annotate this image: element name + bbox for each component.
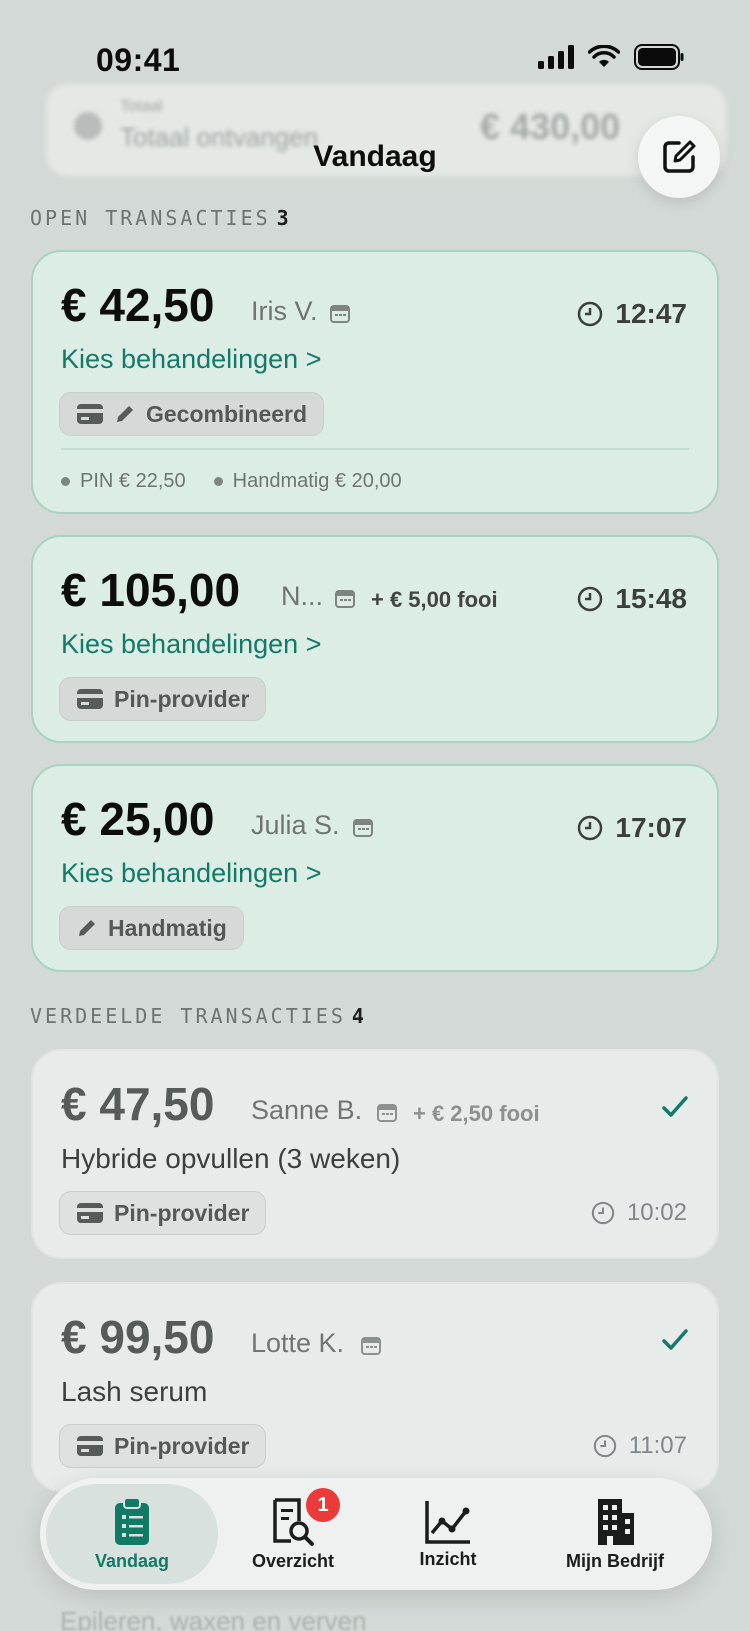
background-summary-icon xyxy=(74,112,102,140)
checkmark-icon xyxy=(662,1096,688,1117)
choose-treatments-link[interactable]: Kies behandelingen > xyxy=(61,344,321,375)
time-value: 17:07 xyxy=(615,812,687,843)
open-transaction-card[interactable]: € 25,00 Julia S. 17:07 Kies behandelinge… xyxy=(31,764,719,972)
tab-overzicht[interactable]: Overzicht 1 xyxy=(218,1478,368,1590)
pencil-icon xyxy=(79,920,95,936)
payment-method-chip: Handmatig xyxy=(59,906,244,950)
transaction-amount: € 42,50 xyxy=(61,279,215,331)
clock-icon xyxy=(578,301,603,327)
transaction-time: 10:02 xyxy=(591,1199,687,1227)
payment-method-label: Gecombineerd xyxy=(146,400,308,427)
tab-label: Mijn Bedrijf xyxy=(566,1550,664,1571)
payment-method-label: Pin-provider xyxy=(114,1199,250,1226)
payment-split: PIN € 22,50 Handmatig € 20,00 xyxy=(61,470,402,493)
tab-label: Overzicht xyxy=(251,1550,335,1571)
time-value: 10:02 xyxy=(626,1199,687,1226)
card-icon xyxy=(77,1203,103,1223)
client-name: Julia S. xyxy=(251,810,340,840)
status-icons xyxy=(538,44,684,70)
section-open-count: 3 xyxy=(276,206,292,230)
open-transaction-card[interactable]: € 42,50 Iris V. 12:47 Kies behandelingen… xyxy=(31,250,719,514)
tab-label: Inzicht xyxy=(419,1548,477,1569)
pencil-icon xyxy=(117,406,133,422)
done-transaction-card[interactable]: € 99,50 Lotte K. Lash serum Pin-provider… xyxy=(31,1282,719,1492)
calendar-icon xyxy=(330,305,350,323)
calendar-icon xyxy=(361,1337,381,1355)
time-value: 11:07 xyxy=(628,1432,687,1459)
client-name: N... xyxy=(281,581,324,611)
transaction-time: 12:47 xyxy=(577,298,687,330)
notification-badge: 1 xyxy=(306,1488,340,1522)
payment-method-chip: Pin-provider xyxy=(59,1424,267,1468)
split-pin: PIN € 22,50 xyxy=(61,470,186,493)
choose-treatments-link[interactable]: Kies behandelingen > xyxy=(61,858,321,889)
next-card-peek-text: Epileren, waxen en verven xyxy=(60,1606,367,1631)
transaction-amount: € 47,50 xyxy=(61,1078,215,1130)
clock-icon xyxy=(591,1201,615,1225)
payment-method-label: Handmatig xyxy=(108,914,227,941)
line-chart-icon xyxy=(425,1500,470,1544)
clock-icon xyxy=(578,586,603,612)
transaction-time: 17:07 xyxy=(577,812,687,844)
payment-method-chip: Gecombineerd xyxy=(59,392,325,436)
status-time: 09:41 xyxy=(96,42,181,78)
new-transaction-button[interactable] xyxy=(638,116,720,198)
clock-icon xyxy=(578,815,603,841)
done-transaction-card[interactable]: € 47,50 Sanne B. + € 2,50 fooi Hybride o… xyxy=(31,1049,719,1259)
compose-icon xyxy=(663,140,696,173)
client-name: Lotte K. xyxy=(251,1328,345,1358)
client-name: Iris V. xyxy=(251,296,318,326)
card-divider xyxy=(61,448,689,450)
bottom-tab-bar: Vandaag Overzicht 1 Inzicht Mijn Bedrijf xyxy=(40,1478,712,1590)
section-done-count: 4 xyxy=(351,1004,367,1028)
tab-inzicht[interactable]: Inzicht xyxy=(380,1478,516,1590)
payment-method-chip: Pin-provider xyxy=(59,677,267,721)
tab-mijn-bedrijf[interactable]: Mijn Bedrijf xyxy=(530,1478,700,1590)
tip-amount: + € 2,50 fooi xyxy=(413,1101,540,1126)
section-done-transactions: VERDEELDE TRANSACTIES 4 xyxy=(30,1004,367,1028)
choose-treatments-link[interactable]: Kies behandelingen > xyxy=(61,629,321,660)
transaction-time: 11:07 xyxy=(593,1432,687,1460)
transaction-time: 15:48 xyxy=(577,583,687,615)
card-icon xyxy=(77,404,103,424)
checkmark-icon xyxy=(662,1329,688,1350)
calendar-icon xyxy=(377,1104,397,1122)
card-icon xyxy=(77,689,103,709)
card-icon xyxy=(77,1436,103,1456)
transaction-amount: € 105,00 xyxy=(61,564,241,616)
clipboard-list-icon xyxy=(115,1496,149,1545)
clock-icon xyxy=(593,1434,616,1458)
building-icon xyxy=(598,1498,634,1545)
transaction-amount: € 25,00 xyxy=(61,793,215,845)
transaction-amount: € 99,50 xyxy=(61,1311,215,1363)
cellular-signal-icon xyxy=(538,45,574,69)
payment-method-label: Pin-provider xyxy=(114,685,250,712)
tab-vandaag[interactable]: Vandaag xyxy=(46,1484,218,1584)
payment-method-chip: Pin-provider xyxy=(59,1191,267,1235)
treatment-name: Hybride opvullen (3 weken) xyxy=(61,1143,401,1174)
section-done-label: VERDEELDE TRANSACTIES xyxy=(30,1004,346,1028)
section-open-transactions: OPEN TRANSACTIES 3 xyxy=(30,206,292,230)
tab-label: Vandaag xyxy=(94,1550,170,1571)
time-value: 15:48 xyxy=(615,583,687,614)
open-transaction-card[interactable]: € 105,00 N... + € 5,00 fooi 15:48 Kies b… xyxy=(31,535,719,743)
time-value: 12:47 xyxy=(615,298,687,329)
payment-method-label: Pin-provider xyxy=(114,1432,250,1459)
background-summary-label: Totaal xyxy=(120,98,163,115)
section-open-label: OPEN TRANSACTIES xyxy=(30,206,271,230)
calendar-icon xyxy=(335,590,355,608)
split-manual: Handmatig € 20,00 xyxy=(214,470,402,493)
calendar-icon xyxy=(353,819,373,837)
tip-amount: + € 5,00 fooi xyxy=(371,587,498,612)
battery-icon xyxy=(634,44,684,70)
treatment-name: Lash serum xyxy=(61,1376,208,1407)
wifi-icon xyxy=(588,45,620,67)
client-name: Sanne B. xyxy=(251,1095,363,1125)
